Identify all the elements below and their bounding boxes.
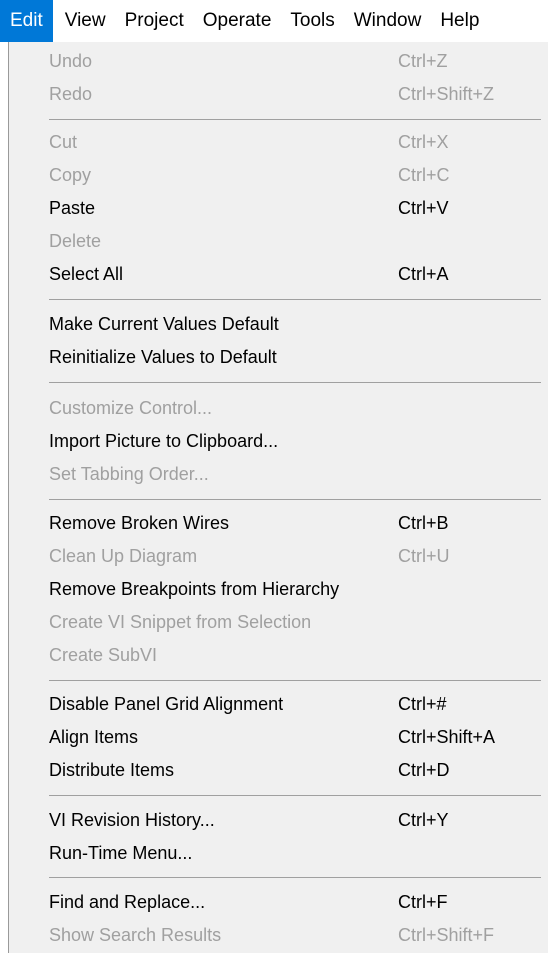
menu-separator	[49, 299, 541, 300]
menu-item-label: Reinitialize Values to Default	[49, 347, 277, 367]
menu-project[interactable]: Project	[118, 0, 191, 42]
menu-item-label: Delete	[49, 231, 102, 251]
menu-item-label: Make Current Values Default	[49, 314, 279, 334]
menu-item-label: Clean Up Diagram	[49, 546, 198, 566]
menu-item-shortcut: Ctrl+Shift+A	[398, 727, 496, 747]
menu-item-select-all[interactable]: Select All Ctrl+A	[9, 258, 547, 291]
menu-item-label: Select All	[49, 264, 124, 284]
menu-item-clean-up-diagram[interactable]: Clean Up Diagram Ctrl+U	[9, 540, 547, 573]
menu-item-label: Show Search Results	[49, 925, 222, 945]
menu-item-shortcut: Ctrl+V	[398, 198, 449, 218]
menu-item-shortcut: Ctrl+Shift+F	[398, 925, 495, 945]
menu-item-shortcut: Ctrl+Shift+Z	[398, 84, 495, 104]
menu-item-reinitialize-values-to-default[interactable]: Reinitialize Values to Default	[9, 341, 547, 374]
menu-item-label: Paste	[49, 198, 96, 218]
menu-window[interactable]: Window	[347, 0, 429, 42]
menu-item-label: Create SubVI	[49, 645, 158, 665]
menu-item-remove-breakpoints-from-hierarchy[interactable]: Remove Breakpoints from Hierarchy	[9, 573, 547, 606]
menu-item-label: Redo	[49, 84, 93, 104]
menu-tools[interactable]: Tools	[283, 0, 341, 42]
menu-item-vi-revision-history[interactable]: VI Revision History... Ctrl+Y	[9, 804, 547, 837]
menu-item-shortcut: Ctrl+X	[398, 132, 449, 152]
menu-separator	[49, 795, 541, 796]
menu-item-align-items[interactable]: Align Items Ctrl+Shift+A	[9, 721, 547, 754]
menu-item-cut[interactable]: Cut Ctrl+X	[9, 126, 547, 159]
menu-item-label: Remove Breakpoints from Hierarchy	[49, 579, 340, 599]
menu-item-distribute-items[interactable]: Distribute Items Ctrl+D	[9, 754, 547, 787]
menu-item-copy[interactable]: Copy Ctrl+C	[9, 159, 547, 192]
menu-item-shortcut: Ctrl+B	[398, 513, 449, 533]
menu-item-find-and-replace[interactable]: Find and Replace... Ctrl+F	[9, 886, 547, 919]
menu-item-label: Remove Broken Wires	[49, 513, 230, 533]
menu-separator	[49, 499, 541, 500]
menu-item-shortcut: Ctrl+C	[398, 165, 450, 185]
menu-edit[interactable]: Edit	[0, 0, 53, 42]
menu-separator	[49, 382, 541, 383]
menu-item-create-subvi[interactable]: Create SubVI	[9, 639, 547, 672]
menu-item-shortcut: Ctrl+F	[398, 892, 448, 912]
menu-item-import-picture-to-clipboard[interactable]: Import Picture to Clipboard...	[9, 425, 547, 458]
menu-item-undo[interactable]: Undo Ctrl+Z	[9, 45, 547, 78]
menu-item-delete[interactable]: Delete	[9, 225, 547, 258]
menu-item-label: Run-Time Menu...	[49, 843, 193, 863]
menu-separator	[49, 680, 541, 681]
edit-dropdown-menu: Undo Ctrl+Z Redo Ctrl+Shift+Z Cut Ctrl+X…	[8, 42, 548, 953]
menu-item-label: Copy	[49, 165, 92, 185]
menu-item-make-current-values-default[interactable]: Make Current Values Default	[9, 308, 547, 341]
menu-item-set-tabbing-order[interactable]: Set Tabbing Order...	[9, 458, 547, 491]
menu-item-redo[interactable]: Redo Ctrl+Shift+Z	[9, 78, 547, 111]
menu-item-label: Distribute Items	[49, 760, 175, 780]
menu-item-create-vi-snippet-from-selection[interactable]: Create VI Snippet from Selection	[9, 606, 547, 639]
menu-item-label: Set Tabbing Order...	[49, 464, 209, 484]
menu-item-show-search-results[interactable]: Show Search Results Ctrl+Shift+F	[9, 919, 547, 952]
menu-item-run-time-menu[interactable]: Run-Time Menu...	[9, 837, 547, 870]
menu-item-label: Disable Panel Grid Alignment	[49, 694, 284, 714]
menu-operate[interactable]: Operate	[196, 0, 279, 42]
menu-separator	[49, 877, 541, 878]
menu-item-label: Customize Control...	[49, 398, 213, 418]
menu-item-customize-control[interactable]: Customize Control...	[9, 392, 547, 425]
menu-bar: Edit View Project Operate Tools Window H…	[0, 0, 551, 42]
menu-item-shortcut: Ctrl+#	[398, 694, 447, 714]
menu-item-shortcut: Ctrl+A	[398, 264, 449, 284]
menu-item-remove-broken-wires[interactable]: Remove Broken Wires Ctrl+B	[9, 507, 547, 540]
menu-item-shortcut: Ctrl+U	[398, 546, 450, 566]
menu-item-label: Find and Replace...	[49, 892, 206, 912]
menu-item-label: Align Items	[49, 727, 139, 747]
menu-help[interactable]: Help	[433, 0, 486, 42]
menu-item-label: Cut	[49, 132, 78, 152]
menu-item-label: Create VI Snippet from Selection	[49, 612, 312, 632]
menu-item-shortcut: Ctrl+D	[398, 760, 450, 780]
menu-item-paste[interactable]: Paste Ctrl+V	[9, 192, 547, 225]
menu-item-label: VI Revision History...	[49, 810, 215, 830]
menu-item-label: Import Picture to Clipboard...	[49, 431, 279, 451]
menu-view[interactable]: View	[58, 0, 113, 42]
menu-item-disable-panel-grid-alignment[interactable]: Disable Panel Grid Alignment Ctrl+#	[9, 688, 547, 721]
menu-separator	[49, 119, 541, 120]
menu-item-shortcut: Ctrl+Y	[398, 810, 449, 830]
menu-item-label: Undo	[49, 51, 93, 71]
menu-item-shortcut: Ctrl+Z	[398, 51, 448, 71]
